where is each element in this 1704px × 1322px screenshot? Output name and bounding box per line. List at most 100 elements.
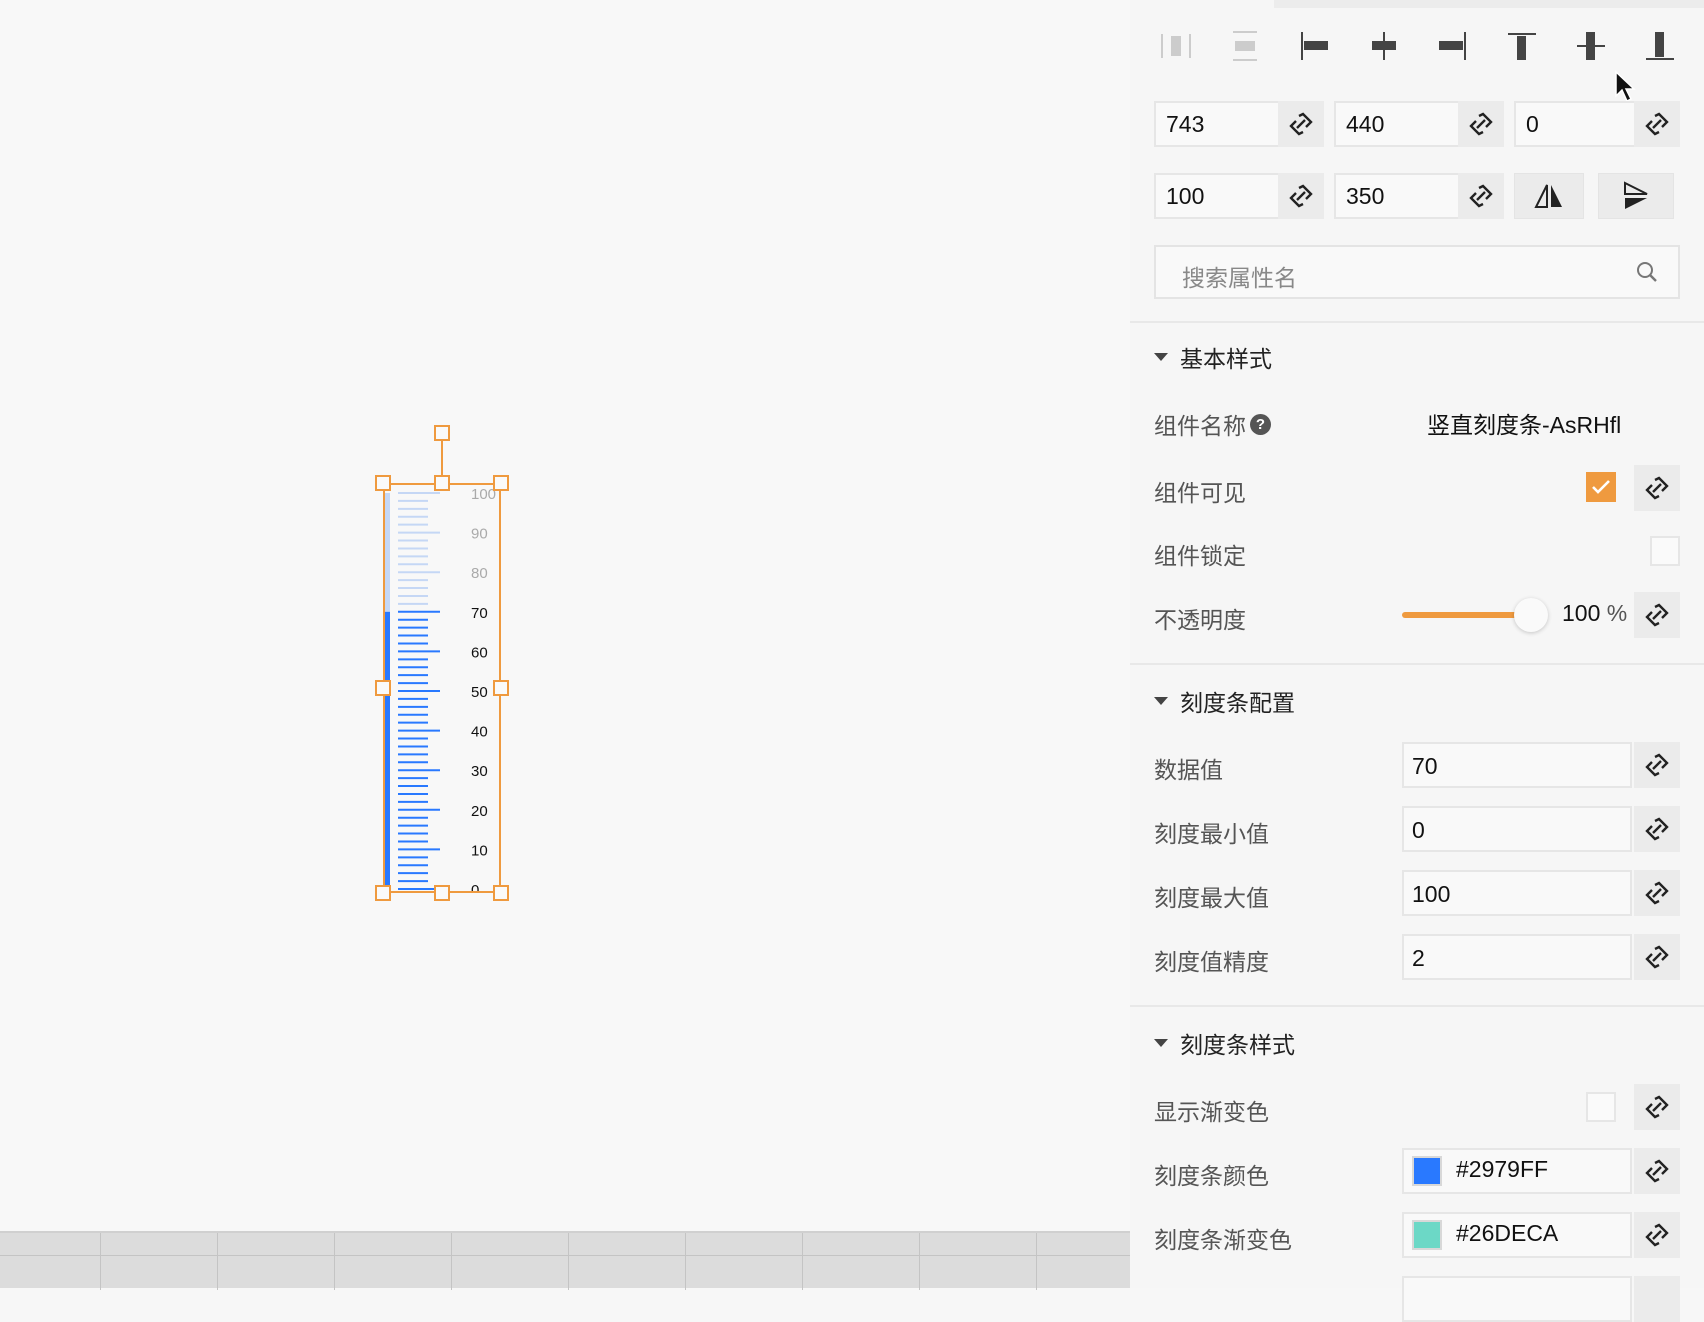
vertical-scale-bar-widget[interactable]: 100 90 80 70 60 50 40 30 20 10 0 [375,425,509,901]
ruler-line [802,1233,803,1290]
bottom-ruler [0,1231,1130,1290]
link-icon [1289,112,1313,136]
resize-handle-sw[interactable] [375,885,391,901]
x-value: 743 [1166,110,1205,137]
rotate-handle[interactable] [434,425,450,441]
visible-label: 组件可见 [1154,480,1246,506]
link-color-button[interactable] [1634,1148,1680,1194]
config-input[interactable]: 100 [1402,870,1632,916]
config-label: 刻度最大值 [1154,885,1269,911]
next-input[interactable] [1402,1276,1632,1322]
gradient-label: 显示渐变色 [1154,1099,1269,1125]
height-value: 350 [1346,182,1385,209]
color-swatch[interactable] [1412,1220,1442,1250]
opacity-value: 100 [1562,600,1601,626]
resize-handle-w[interactable] [375,680,391,696]
link-gradient-color-button[interactable] [1634,1212,1680,1258]
resize-handle-se[interactable] [493,885,509,901]
rotation-value: 0 [1526,110,1539,137]
link-opacity-button[interactable] [1634,592,1680,638]
align-top-icon[interactable] [1504,28,1540,64]
section-title: 基本样式 [1180,346,1272,372]
link-config-button[interactable] [1634,870,1680,916]
gradient-color-value: #26DECA [1456,1220,1559,1247]
gradient-color-input[interactable]: #26DECA [1402,1212,1632,1258]
next-link-button[interactable] [1634,1276,1680,1322]
link-rotation-button[interactable] [1634,101,1680,147]
gradient-checkbox[interactable] [1586,1092,1616,1122]
visible-checkbox[interactable] [1586,472,1616,502]
component-name-value: 竖直刻度条-AsRHfl [1427,412,1622,438]
link-icon [1645,112,1669,136]
link-height-button[interactable] [1458,173,1504,219]
config-label: 数据值 [1154,757,1223,783]
ruler-line [217,1233,218,1290]
divider [1130,1005,1704,1007]
align-right-icon[interactable] [1435,28,1471,64]
section-scale-style[interactable]: 刻度条样式 [1154,1026,1295,1060]
distribute-horizontal-icon[interactable] [1158,28,1194,64]
resize-handle-n[interactable] [434,475,450,491]
align-bottom-icon[interactable] [1642,28,1678,64]
component-name-label: 组件名称 [1154,413,1246,439]
help-icon[interactable]: ? [1250,413,1271,435]
ruler-line [334,1233,335,1290]
link-config-button[interactable] [1634,742,1680,788]
scale-color-input[interactable]: #2979FF [1402,1148,1632,1194]
link-visible-button[interactable] [1634,465,1680,511]
link-icon [1645,881,1669,905]
config-input[interactable]: 2 [1402,934,1632,980]
opacity-unit: % [1606,600,1628,626]
divider [1130,321,1704,323]
opacity-slider-track[interactable] [1402,612,1532,618]
design-canvas[interactable]: 100 90 80 70 60 50 40 30 20 10 0 [0,0,1130,1290]
ruler-line [919,1233,920,1290]
config-label: 刻度最小值 [1154,821,1269,847]
lock-checkbox[interactable] [1650,536,1680,566]
flip-horizontal-button[interactable] [1514,173,1584,219]
section-title: 刻度条配置 [1180,690,1295,716]
section-basic-style[interactable]: 基本样式 [1154,340,1272,374]
mouse-cursor-icon [1615,70,1636,103]
selection-box [383,483,501,893]
flip-vertical-button[interactable] [1598,173,1674,219]
resize-handle-nw[interactable] [375,475,391,491]
search-icon [1637,262,1657,282]
property-search-input[interactable]: 搜索属性名 [1154,245,1680,299]
color-swatch[interactable] [1412,1156,1442,1186]
link-icon [1645,476,1669,500]
panel-top-strip [1274,0,1704,8]
link-gradient-button[interactable] [1634,1084,1680,1130]
link-icon [1645,1159,1669,1183]
link-icon [1645,945,1669,969]
width-value: 100 [1166,182,1205,209]
link-config-button[interactable] [1634,934,1680,980]
link-icon [1289,184,1313,208]
link-icon [1645,1095,1669,1119]
flip-horizontal-icon [1534,184,1562,208]
config-input[interactable]: 70 [1402,742,1632,788]
y-value: 440 [1346,110,1385,137]
resize-handle-s[interactable] [434,885,450,901]
link-width-button[interactable] [1278,173,1324,219]
resize-handle-e[interactable] [493,680,509,696]
link-x-button[interactable] [1278,101,1324,147]
opacity-slider-thumb[interactable] [1514,598,1548,632]
link-config-button[interactable] [1634,806,1680,852]
align-left-icon[interactable] [1296,28,1332,64]
config-input[interactable]: 0 [1402,806,1632,852]
search-placeholder: 搜索属性名 [1182,265,1297,291]
distribute-vertical-icon[interactable] [1227,28,1263,64]
ruler-line [451,1233,452,1290]
section-scale-config[interactable]: 刻度条配置 [1154,684,1295,718]
align-middle-vertical-icon[interactable] [1573,28,1609,64]
component-name-row: 组件名称? [1154,407,1271,441]
check-icon [1592,480,1610,494]
link-y-button[interactable] [1458,101,1504,147]
caret-down-icon [1154,1039,1168,1047]
opacity-label: 不透明度 [1154,607,1246,633]
align-center-horizontal-icon[interactable] [1366,28,1402,64]
link-icon [1645,603,1669,627]
divider [1130,663,1704,665]
resize-handle-ne[interactable] [493,475,509,491]
